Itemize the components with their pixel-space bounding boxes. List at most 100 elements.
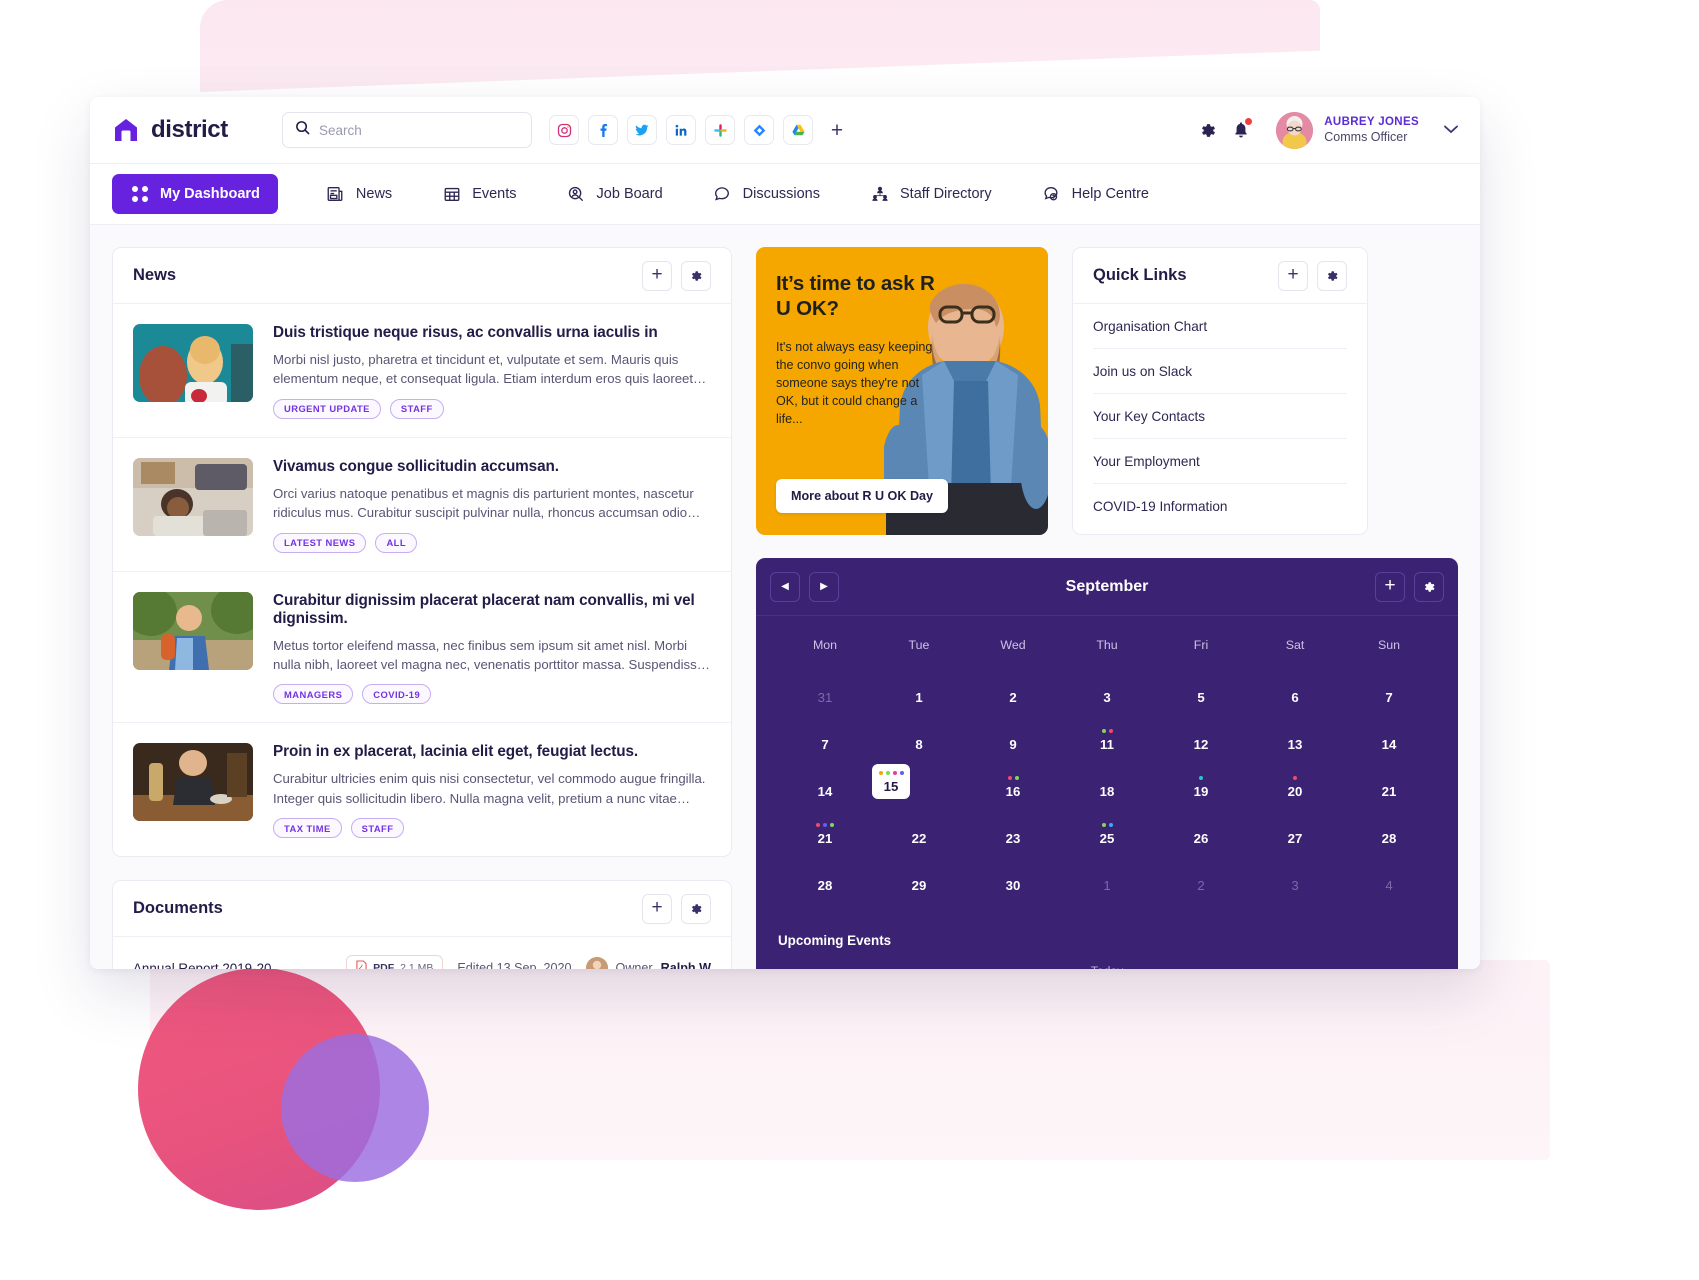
calendar-day[interactable]: 23 xyxy=(966,811,1060,846)
news-tag[interactable]: STAFF xyxy=(350,818,405,839)
calendar-day[interactable]: 3 xyxy=(1060,670,1154,705)
calendar-day[interactable]: 21 xyxy=(778,811,872,846)
calendar-day[interactable]: 21 xyxy=(1342,764,1436,799)
linkedin-icon[interactable] xyxy=(666,115,696,145)
promo-cta-button[interactable]: More about R U OK Day xyxy=(776,479,949,513)
news-tag[interactable]: TAX TIME xyxy=(273,818,342,839)
twitter-icon[interactable] xyxy=(627,115,657,145)
calendar-day[interactable]: 11 xyxy=(1060,717,1154,752)
slack-icon[interactable] xyxy=(705,115,735,145)
nav-item-staff-directory[interactable]: Staff Directory xyxy=(852,174,1010,214)
calendar-day[interactable]: 1 xyxy=(1060,858,1154,893)
calendar-day[interactable]: 1 xyxy=(872,670,966,705)
brand-logo[interactable]: district xyxy=(112,116,277,144)
news-tag[interactable]: STAFF xyxy=(389,398,444,419)
quick-links-settings-button[interactable] xyxy=(1317,260,1347,291)
news-item[interactable]: Duis tristique neque risus, ac convallis… xyxy=(113,304,731,438)
nav-item-my-dashboard[interactable]: My Dashboard xyxy=(112,174,278,214)
calendar-day[interactable]: 22 xyxy=(872,811,966,846)
calendar-day[interactable]: 4 xyxy=(1342,858,1436,893)
calendar-day[interactable]: 2 xyxy=(1154,858,1248,893)
search-input[interactable] xyxy=(319,122,519,138)
news-tag[interactable]: COVID-19 xyxy=(362,684,432,705)
calendar-day-number: 1 xyxy=(1103,878,1111,893)
news-widget-title: News xyxy=(133,266,177,284)
calendar-add-button[interactable]: + xyxy=(1375,571,1405,602)
facebook-icon[interactable] xyxy=(588,115,618,145)
calendar-day-number: 31 xyxy=(817,690,833,705)
calendar-day[interactable]: 20 xyxy=(1248,764,1342,799)
calendar-day[interactable]: 6 xyxy=(1248,670,1342,705)
calendar-settings-button[interactable] xyxy=(1414,571,1444,602)
document-filesize: 2.1 MB xyxy=(400,962,434,969)
nav-item-events[interactable]: Events xyxy=(424,174,534,214)
news-add-button[interactable]: + xyxy=(642,260,672,291)
calendar-day[interactable]: 26 xyxy=(1154,811,1248,846)
news-tag[interactable]: ALL xyxy=(375,532,418,553)
add-app-button[interactable]: + xyxy=(822,115,852,145)
instagram-icon[interactable] xyxy=(549,115,579,145)
chevron-down-icon[interactable] xyxy=(1444,121,1458,139)
news-tag[interactable]: LATEST NEWS xyxy=(273,532,367,553)
calendar-day[interactable]: 29 xyxy=(872,858,966,893)
jira-icon[interactable] xyxy=(744,115,774,145)
nav-item-job-board[interactable]: Job Board xyxy=(549,174,681,214)
documents-settings-button[interactable] xyxy=(681,893,711,924)
calendar-day[interactable]: 28 xyxy=(778,858,872,893)
quick-links-add-button[interactable]: + xyxy=(1278,260,1308,291)
calendar-next-button[interactable]: ▶ xyxy=(809,571,839,602)
news-item[interactable]: Vivamus congue sollicitudin accumsan. Or… xyxy=(113,438,731,572)
calendar-day[interactable]: 25 xyxy=(1060,811,1154,846)
news-item[interactable]: Curabitur dignissim placerat placerat na… xyxy=(113,572,731,724)
calendar-day[interactable]: 7 xyxy=(778,717,872,752)
nav-item-help-centre[interactable]: Help Centre xyxy=(1024,174,1167,214)
calendar-day[interactable]: 9 xyxy=(966,717,1060,752)
notifications-bell-button[interactable] xyxy=(1224,113,1258,147)
calendar-day[interactable]: 7 xyxy=(1342,670,1436,705)
news-tag[interactable]: MANAGERS xyxy=(273,684,354,705)
promo-banner[interactable]: It’s time to ask R U OK? It's not always… xyxy=(756,247,1048,535)
calendar-day[interactable]: 12 xyxy=(1154,717,1248,752)
calendar-prev-button[interactable]: ◀ xyxy=(770,571,800,602)
calendar-day-number: 20 xyxy=(1287,784,1303,799)
calendar-day[interactable]: 5 xyxy=(1154,670,1248,705)
quick-link-item[interactable]: Organisation Chart xyxy=(1093,304,1347,349)
calendar-day-number: 5 xyxy=(1197,690,1205,705)
settings-gear-button[interactable] xyxy=(1190,113,1224,147)
calendar-day[interactable]: 14 xyxy=(778,764,872,799)
notification-badge xyxy=(1245,118,1253,125)
nav-item-discussions[interactable]: Discussions xyxy=(695,174,838,214)
calendar-day[interactable]: 30 xyxy=(966,858,1060,893)
nav-label: Events xyxy=(472,186,517,202)
nav-item-news[interactable]: News xyxy=(308,174,410,214)
calendar-day[interactable]: 2 xyxy=(966,670,1060,705)
calendar-day[interactable]: 3 xyxy=(1248,858,1342,893)
calendar-day[interactable]: 13 xyxy=(1248,717,1342,752)
quick-link-item[interactable]: Join us on Slack xyxy=(1093,349,1347,394)
document-owner: Owner Ralph W xyxy=(585,957,711,969)
quick-link-item[interactable]: COVID-19 Information xyxy=(1093,484,1347,528)
news-tag[interactable]: URGENT UPDATE xyxy=(273,398,381,419)
calendar-day[interactable]: 14 xyxy=(1342,717,1436,752)
documents-add-button[interactable]: + xyxy=(642,893,672,924)
document-row[interactable]: Annual Report 2019-20 PDF 2.1 MB Edited … xyxy=(113,937,731,969)
calendar-day[interactable]: 28 xyxy=(1342,811,1436,846)
news-excerpt: Morbi nisl justo, pharetra et tincidunt … xyxy=(273,352,707,387)
calendar-day[interactable]: 16 xyxy=(966,764,1060,799)
quick-link-item[interactable]: Your Key Contacts xyxy=(1093,394,1347,439)
calendar-day[interactable]: 27 xyxy=(1248,811,1342,846)
calendar-day[interactable]: 8 xyxy=(872,717,966,752)
news-tags: TAX TIME STAFF xyxy=(273,818,711,839)
calendar-week-row: 21 22 23 25 26 27 28 xyxy=(778,811,1436,846)
user-profile-menu[interactable]: AUBREY JONES Comms Officer xyxy=(1276,111,1458,149)
calendar-event-dot xyxy=(1293,776,1297,780)
calendar-day[interactable]: 19 xyxy=(1154,764,1248,799)
calendar-day[interactable]: 18 xyxy=(1060,764,1154,799)
google-drive-icon[interactable] xyxy=(783,115,813,145)
search-box[interactable] xyxy=(282,112,532,148)
calendar-day[interactable]: 31 xyxy=(778,670,872,705)
calendar-day-today[interactable]: 15 xyxy=(872,764,910,799)
quick-link-item[interactable]: Your Employment xyxy=(1093,439,1347,484)
news-item[interactable]: Proin in ex placerat, lacinia elit eget,… xyxy=(113,723,731,856)
news-settings-button[interactable] xyxy=(681,260,711,291)
